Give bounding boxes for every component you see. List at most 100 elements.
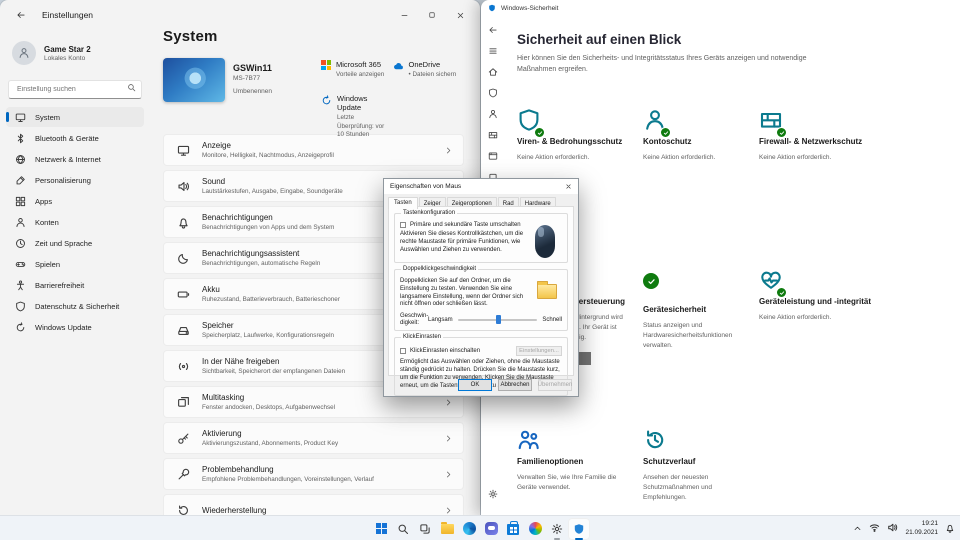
group-doppelklickgeschwindigkeit: Doppelklickgeschwindigkeit Doppelklicken… [394,266,568,332]
settings-item-wiederherstellung[interactable]: Wiederherstellung [163,494,464,515]
sidebar-item-privacy-security[interactable]: Datenschutz & Sicherheit [6,296,144,316]
chat-button[interactable] [480,518,502,540]
item-subtitle: Empfohlene Problembehandlungen, Voreinst… [202,476,374,483]
item-subtitle: Benachrichtigungen von Apps und dem Syst… [202,224,335,231]
rail-virus-protection[interactable] [485,85,501,101]
sidebar-item-accounts[interactable]: Konten [6,212,144,232]
volume-button[interactable] [887,520,898,538]
settings-nav: System Bluetooth & Geräte Netzwerk & Int… [0,107,150,337]
card-subtitle: Vorteile anzeigen [336,71,385,78]
cancel-button[interactable]: Abbrechen [498,379,532,391]
file-explorer-button[interactable] [436,518,458,540]
swap-buttons-checkbox[interactable]: Primäre und sekundäre Taste umschalten [400,222,528,228]
check-icon [779,290,785,296]
check-icon [647,277,656,286]
clicklock-settings-button[interactable]: Einstellungen... [516,346,562,357]
microsoft365-card[interactable]: Microsoft 365 Vorteile anzeigen [321,60,393,94]
rail-home[interactable] [485,64,501,80]
apply-button[interactable]: Übernehmen [538,379,572,391]
edge-button[interactable] [458,518,480,540]
tile-device-performance[interactable]: Geräteleistung und -integrität Keine Akt… [759,268,939,428]
minimize-button[interactable] [390,4,418,26]
chevron-right-icon [444,434,453,443]
nav-label: Konten [35,217,59,227]
rail-firewall[interactable] [485,127,501,143]
tile-firewall-network[interactable]: Firewall- & Netzwerkschutz Keine Aktion … [759,108,939,268]
windows-security-taskbar-button[interactable] [568,517,590,540]
sidebar-item-accessibility[interactable]: Barrierefreiheit [6,275,144,295]
taskbar-search-button[interactable] [392,518,414,540]
brush-icon [15,175,26,186]
user-account[interactable]: Game Star 2 Lokales Konto [8,38,142,68]
device-card: GSWin11 MS-7B77 Umbenennen [163,58,321,126]
maximize-button[interactable] [418,4,446,26]
rail-app-browser-control[interactable] [485,148,501,164]
person-icon [18,47,30,59]
sidebar-item-bluetooth-devices[interactable]: Bluetooth & Geräte [6,128,144,148]
search-input[interactable] [8,80,142,99]
test-folder-icon[interactable] [537,281,557,299]
status-ok-badge [660,127,671,138]
back-icon [488,25,498,35]
group-legend: KlickEinrasten [401,334,444,341]
tray-overflow-button[interactable] [853,520,862,538]
item-title: Aktivierung [202,429,242,438]
maximize-icon [428,11,436,19]
clock[interactable]: 19:21 21.09.2021 [905,520,938,538]
sidebar-item-gaming[interactable]: Spielen [6,254,144,274]
rail-account-protection[interactable] [485,106,501,122]
tile-device-security[interactable]: Gerätesicherheit Status anzeigen und Har… [643,268,759,428]
chevron-up-icon [853,524,862,533]
accessibility-icon [15,279,26,291]
close-icon [456,11,465,20]
network-button[interactable] [869,520,880,538]
ok-button[interactable]: OK [458,379,492,391]
sidebar-item-personalization[interactable]: Personalisierung [6,170,144,190]
dialog-buttons: OK Abbrechen Übernehmen [458,379,572,391]
tile-family-options[interactable]: Familienoptionen Verwalten Sie, wie Ihre… [517,428,643,503]
nav-label: Spielen [35,259,61,269]
gamepad-icon [15,259,26,270]
tile-subtitle: Keine Aktion erforderlich. [517,154,590,162]
mouse-properties-dialog: Eigenschaften von Maus Tasten Zeiger Zei… [383,178,579,397]
item-title: Anzeige [202,141,231,150]
close-button[interactable] [446,4,474,26]
security-back-button[interactable] [485,22,501,38]
task-view-button[interactable] [414,518,436,540]
settings-taskbar-button[interactable] [546,518,568,540]
slider-thumb[interactable] [495,315,501,325]
item-title: In der Nähe freigeben [202,357,280,366]
tile-protection-history[interactable]: Schutzverlauf Ansehen der neuesten Schut… [643,428,759,503]
notification-button[interactable] [945,520,955,538]
settings-item-problembehandlung[interactable]: Problembehandlung Empfohlene Problembehan… [163,458,464,490]
sidebar-item-system[interactable]: System [6,107,144,127]
back-button[interactable] [10,5,32,25]
sidebar-item-windows-update[interactable]: Windows Update [6,317,144,337]
store-button[interactable] [502,518,524,540]
photos-button[interactable] [524,518,546,540]
windows-update-card[interactable]: Windows Update Letzte Überprüfung: vor 10… [321,94,393,138]
sidebar-item-time-language[interactable]: Zeit und Sprache [6,233,144,253]
quick-cards: Microsoft 365 Vorteile anzeigen OneDrive •… [321,58,465,138]
settings-item-aktivierung[interactable]: Aktivierung Aktivierungszustand, Abonneme… [163,422,464,454]
sidebar-item-apps[interactable]: Apps [6,191,144,211]
tab-tasten[interactable]: Tasten [388,197,418,209]
status-ok-icon [643,273,659,289]
dialog-close-button[interactable] [558,179,578,194]
onedrive-card[interactable]: OneDrive • Dateien sichern [393,60,465,94]
sidebar-item-network-internet[interactable]: Netzwerk & Internet [6,149,144,169]
double-click-speed-slider[interactable] [457,315,538,325]
close-icon [565,183,572,190]
rename-button[interactable]: Umbenennen [233,88,272,95]
start-button[interactable] [370,518,392,540]
menu-button[interactable] [485,43,501,59]
security-settings-button[interactable] [485,486,501,502]
clicklock-checkbox[interactable]: KlickEinrasten einschalten [400,348,481,355]
tile-account-protection[interactable]: Kontoschutz Keine Aktion erforderlich. [643,108,759,268]
checkbox-label: KlickEinrasten einschalten [410,348,481,355]
card-title: Microsoft 365 [336,60,382,69]
app-window-icon [488,151,498,161]
settings-item-anzeige[interactable]: Anzeige Monitore, Helligkeit, Nachtmodus,… [163,134,464,166]
item-title: Problembehandlung [202,465,274,474]
avatar [12,41,36,65]
